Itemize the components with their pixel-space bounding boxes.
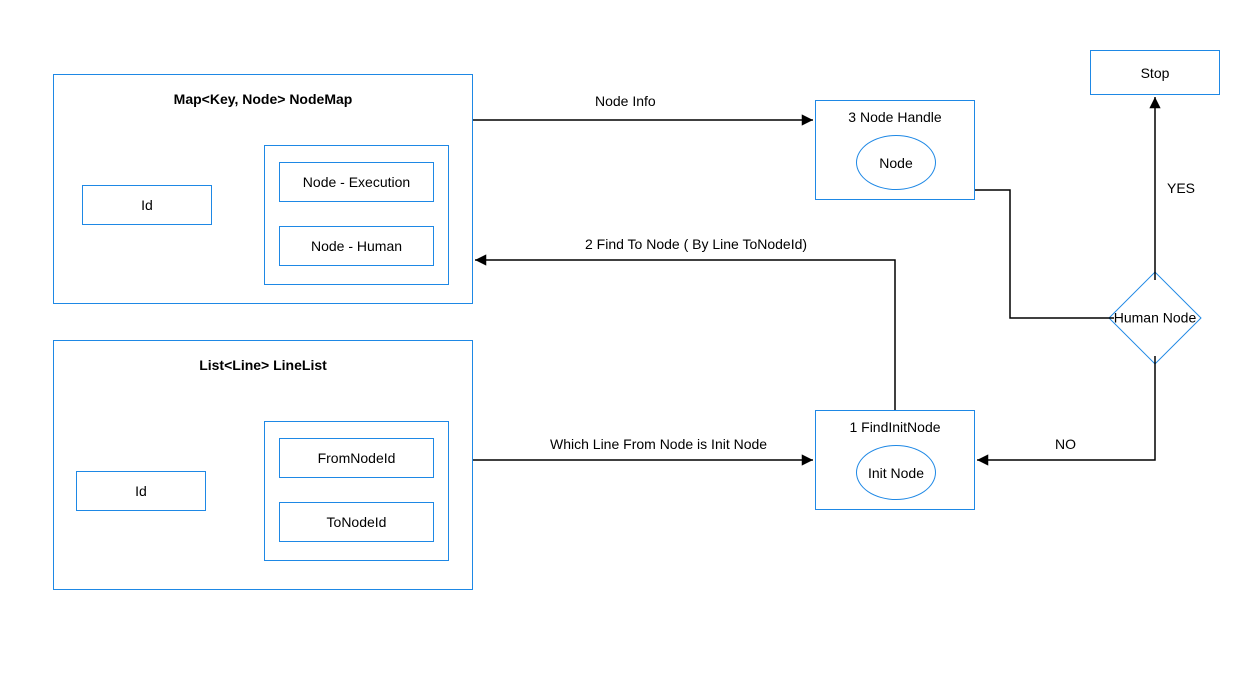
linelist-item-1: ToNodeId xyxy=(279,502,434,542)
nodemap-id-label: Id xyxy=(141,197,153,213)
nodemap-item-1-label: Node - Human xyxy=(311,238,402,254)
node-handle-box: 3 Node Handle Node xyxy=(815,100,975,200)
nodemap-item-0-label: Node - Execution xyxy=(303,174,410,190)
linelist-item-0-label: FromNodeId xyxy=(318,450,396,466)
nodemap-item-0: Node - Execution xyxy=(279,162,434,202)
edge-find-to-node: 2 Find To Node ( By Line ToNodeId) xyxy=(585,236,807,252)
nodemap-item-1: Node - Human xyxy=(279,226,434,266)
linelist-item-1-label: ToNodeId xyxy=(327,514,387,530)
find-init-box: 1 FindInitNode Init Node xyxy=(815,410,975,510)
linelist-container: List<Line> LineList Id FromNodeId ToNode… xyxy=(53,340,473,590)
edge-node-info: Node Info xyxy=(595,93,656,109)
find-init-ellipse: Init Node xyxy=(856,445,936,500)
stop-label: Stop xyxy=(1141,65,1170,81)
decision-label: Human Node xyxy=(1109,310,1201,327)
decision-diamond: Human Node xyxy=(1122,285,1188,351)
linelist-item-0: FromNodeId xyxy=(279,438,434,478)
node-handle-ellipse: Node xyxy=(856,135,936,190)
nodemap-id-box: Id xyxy=(82,185,212,225)
stop-box: Stop xyxy=(1090,50,1220,95)
linelist-id-label: Id xyxy=(135,483,147,499)
edge-which-line: Which Line From Node is Init Node xyxy=(550,436,767,452)
node-handle-ellipse-label: Node xyxy=(879,155,912,171)
linelist-id-box: Id xyxy=(76,471,206,511)
node-handle-title: 3 Node Handle xyxy=(816,109,974,125)
find-init-title: 1 FindInitNode xyxy=(816,419,974,435)
edge-no: NO xyxy=(1055,436,1076,452)
linelist-title: List<Line> LineList xyxy=(54,357,472,373)
edge-yes: YES xyxy=(1167,180,1195,196)
nodemap-title: Map<Key, Node> NodeMap xyxy=(54,91,472,107)
find-init-ellipse-label: Init Node xyxy=(868,465,924,481)
nodemap-inner-container: Node - Execution Node - Human xyxy=(264,145,449,285)
linelist-inner-container: FromNodeId ToNodeId xyxy=(264,421,449,561)
nodemap-container: Map<Key, Node> NodeMap Id Node - Executi… xyxy=(53,74,473,304)
